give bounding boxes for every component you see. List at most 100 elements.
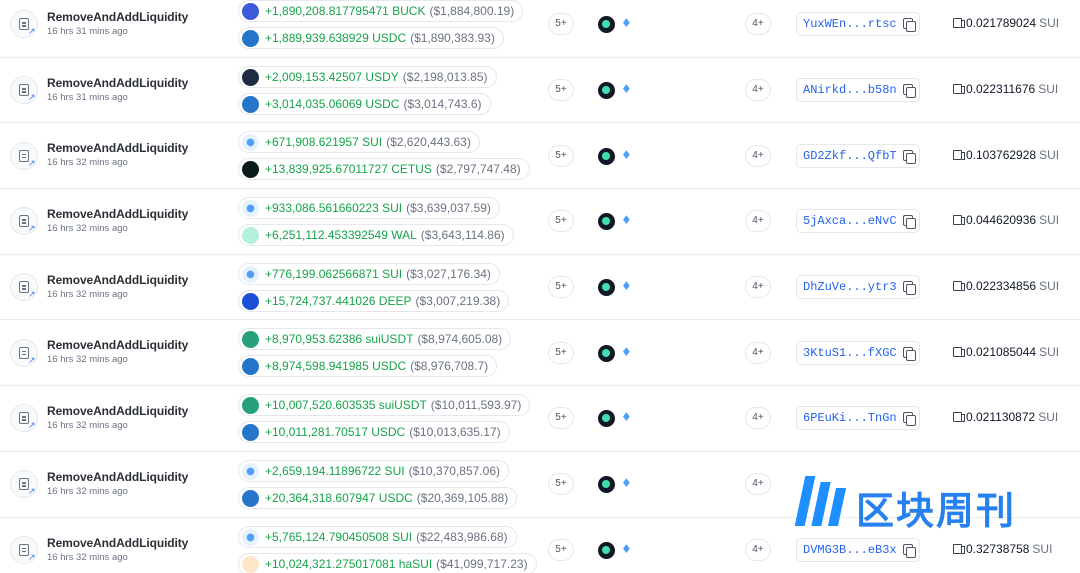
balance-amount: +10,007,520.603535 suiUSDT	[265, 398, 427, 413]
gas-fee: 0.022311676 SUI	[953, 82, 1058, 96]
objects-count-badge[interactable]: 5+	[548, 13, 574, 36]
gas-fee-unit: SUI	[1039, 279, 1060, 294]
tx-digest-link[interactable]: DhZuVe...ytr3	[796, 275, 920, 300]
events-count-badge[interactable]: 4+	[745, 407, 771, 430]
copy-icon[interactable]	[902, 543, 916, 558]
transaction-type-label[interactable]: RemoveAndAddLiquidity	[47, 536, 188, 550]
objects-count-badge[interactable]: 5+	[548, 538, 574, 561]
balance-change: +10,024,321.275017081 haSUI ($41,099,717.…	[238, 552, 537, 573]
events-count-badge[interactable]: 4+	[745, 473, 771, 496]
wal-icon	[242, 227, 259, 245]
protocol-icon[interactable]	[598, 213, 615, 231]
gas-fee: 0.044620936 SUI	[953, 213, 1059, 227]
table-row[interactable]: ↗ RemoveAndAddLiquidity 16 hrs 31 mins ago…	[0, 58, 1080, 124]
events-count-badge[interactable]: 4+	[745, 79, 771, 102]
table-row[interactable]: ↗ RemoveAndAddLiquidity 16 hrs 32 mins ago…	[0, 123, 1080, 190]
tx-digest-text[interactable]: 3KtuS1...fXGC	[803, 346, 897, 360]
balance-usd-value: ($2,620,443.63)	[386, 135, 471, 150]
transaction-type-icon: ↗	[10, 470, 38, 499]
tx-digest-text[interactable]: 6PEuKi...TnGn	[803, 411, 897, 425]
table-row[interactable]: ↗ RemoveAndAddLiquidity 16 hrs 32 mins ago…	[0, 320, 1080, 387]
usdc-icon	[242, 489, 259, 507]
balance-change: +10,011,281.70517 USDC ($10,013,635.17)	[238, 421, 510, 444]
copy-icon[interactable]	[902, 215, 916, 230]
copy-icon[interactable]	[902, 18, 916, 33]
protocol-icon[interactable]	[598, 279, 615, 297]
balance-amount: +10,011,281.70517 USDC	[265, 425, 406, 440]
transaction-type-label[interactable]: RemoveAndAddLiquidity	[47, 207, 188, 221]
objects-count-badge[interactable]: 5+	[548, 79, 574, 102]
protocol-icon[interactable]	[598, 344, 615, 362]
events-count-badge[interactable]: 4+	[745, 538, 771, 561]
tx-digest-text[interactable]: GD2Zkf...QfbT	[803, 149, 897, 163]
sui-network-icon: ♦	[621, 344, 632, 359]
protocol-icon[interactable]	[598, 82, 615, 100]
sui-network-icon: ♦	[621, 279, 632, 294]
tx-digest-link[interactable]: ANirkd...b58n	[796, 78, 920, 103]
transaction-time: 16 hrs 32 mins ago	[47, 157, 128, 169]
usdt-icon	[242, 331, 259, 349]
usdc-icon	[242, 424, 259, 442]
transaction-type-label[interactable]: RemoveAndAddLiquidity	[47, 470, 188, 484]
protocol-icon[interactable]	[598, 476, 615, 494]
tx-digest-link[interactable]: 3KtuS1...fXGC	[796, 340, 920, 365]
tx-digest-text[interactable]: DVMG3B...eB3x	[803, 543, 897, 557]
tx-digest-link[interactable]: 6PEuKi...TnGn	[796, 406, 920, 431]
deep-icon	[242, 292, 259, 310]
copy-icon[interactable]	[902, 84, 916, 99]
balance-amount: +8,970,953.62386 suiUSDT	[265, 332, 414, 347]
objects-count-badge[interactable]: 5+	[548, 276, 574, 299]
gas-pump-icon	[953, 412, 965, 423]
events-count-badge[interactable]: 4+	[745, 144, 771, 167]
tx-digest-link[interactable]: YuxWEn...rtsc	[796, 12, 920, 37]
transaction-type-label[interactable]: RemoveAndAddLiquidity	[47, 338, 188, 352]
sui-network-icon: ♦	[621, 16, 632, 31]
table-row[interactable]: ↗ RemoveAndAddLiquidity 16 hrs 32 mins ago…	[0, 255, 1080, 321]
tx-digest-link[interactable]: 5jAxca...eNvC	[796, 209, 920, 234]
objects-count-badge[interactable]: 5+	[548, 210, 574, 233]
transaction-type-icon: ↗	[10, 404, 38, 433]
gas-fee-value: 0.021085044	[966, 344, 1037, 359]
copy-icon[interactable]	[902, 281, 916, 296]
table-row[interactable]: ↗ RemoveAndAddLiquidity 16 hrs 32 mins ago…	[0, 189, 1080, 255]
protocol-icon[interactable]	[598, 410, 615, 428]
objects-count-badge[interactable]: 5+	[548, 407, 574, 430]
sui-icon: ●	[242, 200, 259, 218]
events-count-badge[interactable]: 4+	[745, 341, 771, 364]
tx-digest-text[interactable]: DhZuVe...ytr3	[803, 280, 897, 294]
copy-icon[interactable]	[902, 149, 916, 164]
protocol-icon[interactable]	[598, 147, 615, 165]
balance-change: +13,839,925.67011727 CETUS ($2,797,747.48…	[238, 158, 530, 181]
balance-amount: +8,974,598.941985 USDC	[265, 359, 407, 374]
transaction-type-label[interactable]: RemoveAndAddLiquidity	[47, 404, 188, 418]
table-row[interactable]: ↗ RemoveAndAddLiquidity 16 hrs 32 mins ago…	[0, 386, 1080, 452]
tx-digest-text[interactable]: ANirkd...b58n	[803, 83, 897, 97]
gas-fee-unit: SUI	[1039, 344, 1060, 359]
objects-count-badge[interactable]: 5+	[548, 144, 574, 167]
transaction-type-label[interactable]: RemoveAndAddLiquidity	[47, 76, 188, 90]
sui-icon: ●	[242, 528, 259, 546]
tx-digest-text[interactable]: 5jAxca...eNvC	[803, 214, 897, 228]
events-count-badge[interactable]: 4+	[745, 13, 771, 36]
transaction-type-label[interactable]: RemoveAndAddLiquidity	[47, 273, 188, 287]
gas-pump-icon	[953, 84, 965, 95]
gas-fee-value: 0.103762928	[966, 147, 1037, 162]
objects-count-badge[interactable]: 5+	[548, 473, 574, 496]
transaction-type-label[interactable]: RemoveAndAddLiquidity	[47, 141, 188, 155]
tx-digest-text[interactable]: YuxWEn...rtsc	[803, 17, 897, 31]
tx-digest-link[interactable]: DVMG3B...eB3x	[796, 537, 920, 562]
objects-count-badge[interactable]: 5+	[548, 341, 574, 364]
copy-icon[interactable]	[902, 412, 916, 427]
copy-icon[interactable]	[902, 346, 916, 361]
events-count-badge[interactable]: 4+	[745, 276, 771, 299]
protocol-icon[interactable]	[598, 16, 615, 34]
usdt-icon	[242, 397, 259, 415]
tx-digest-link[interactable]: GD2Zkf...QfbT	[796, 143, 920, 168]
transaction-type-label[interactable]: RemoveAndAddLiquidity	[47, 10, 188, 24]
events-count-badge[interactable]: 4+	[745, 210, 771, 233]
protocol-icon[interactable]	[598, 541, 615, 559]
sui-network-icon: ♦	[621, 82, 632, 97]
gas-fee-value: 0.022334856	[966, 279, 1037, 294]
table-row[interactable]: ↗ RemoveAndAddLiquidity 16 hrs 31 mins ago…	[0, 0, 1080, 58]
gas-fee: 0.021130872 SUI	[953, 410, 1058, 424]
